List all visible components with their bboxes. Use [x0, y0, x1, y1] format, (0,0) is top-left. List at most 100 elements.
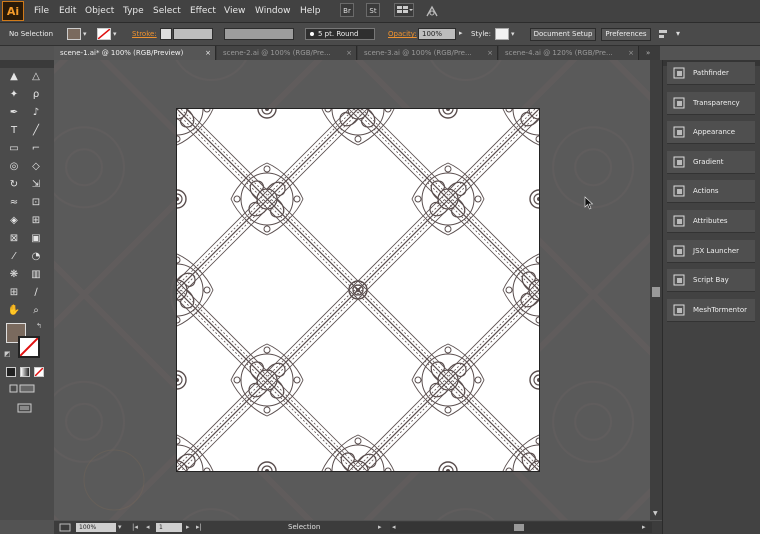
opacity-label[interactable]: Opacity:	[388, 23, 417, 45]
scroll-left-icon[interactable]: ◂	[392, 522, 396, 533]
last-artboard-icon[interactable]: ▸|	[196, 521, 202, 534]
panel-transparency[interactable]: Transparency	[667, 91, 755, 115]
vertical-scrollbar[interactable]: ▼	[650, 60, 662, 520]
free-transform-tool[interactable]: ⊡	[28, 196, 44, 210]
drawing-modes-button[interactable]	[8, 384, 36, 394]
document-setup-button[interactable]: Document Setup	[530, 28, 596, 41]
brush-definition-select[interactable]: 5 pt. Round	[305, 28, 375, 40]
menu-type[interactable]: Type	[123, 0, 144, 22]
stock-button[interactable]: St	[366, 3, 380, 17]
tab-scene-2[interactable]: scene-2.ai @ 100% (RGB/Pre... ×	[217, 46, 357, 60]
color-mode-button[interactable]	[6, 367, 16, 377]
align-options-button[interactable]	[657, 28, 671, 40]
menu-edit[interactable]: Edit	[59, 0, 76, 22]
style-dropdown-icon[interactable]: ▾	[511, 30, 515, 38]
magic-wand-tool[interactable]: ✦	[6, 88, 22, 102]
first-artboard-icon[interactable]: |◂	[132, 521, 138, 534]
slice-tool[interactable]: ∕	[28, 286, 44, 300]
menu-help[interactable]: Help	[300, 0, 321, 22]
panel-jsx-launcher[interactable]: JSX Launcher	[667, 239, 755, 263]
paintbrush-tool[interactable]: ⌐	[28, 142, 44, 156]
direct-selection-tool[interactable]: △	[28, 70, 44, 84]
opacity-arrow-icon[interactable]: ▸	[459, 29, 463, 37]
fill-dropdown-icon[interactable]: ▾	[83, 30, 89, 38]
tab-scene-3[interactable]: scene-3.ai @ 100% (RGB/Pre... ×	[358, 46, 498, 60]
menu-file[interactable]: File	[34, 0, 49, 22]
status-mode-text[interactable]: Selection	[288, 521, 320, 534]
gradient-tool[interactable]: ▣	[28, 232, 44, 246]
width-tool[interactable]: ≈	[6, 196, 22, 210]
variable-width-profile[interactable]	[224, 28, 294, 40]
perspective-grid-tool[interactable]: ⊞	[28, 214, 44, 228]
scale-tool[interactable]: ⇲	[28, 178, 44, 192]
preferences-button[interactable]: Preferences	[601, 28, 651, 41]
default-colors-icon[interactable]: ◩	[4, 350, 11, 358]
column-graph-tool[interactable]: ▥	[28, 268, 44, 282]
stroke-weight-field[interactable]	[173, 28, 213, 40]
tab-overflow-icon[interactable]: »	[646, 46, 650, 60]
tab-scene-1[interactable]: scene-1.ai* @ 100% (RGB/Preview) ×	[54, 46, 216, 60]
artboard-number-field[interactable]: 1	[156, 523, 182, 532]
fill-swatch[interactable]	[67, 28, 81, 40]
status-menu-icon[interactable]: ▸	[378, 521, 382, 534]
opacity-field[interactable]: 100%	[418, 28, 456, 40]
zoom-tool[interactable]: ⌕	[28, 304, 44, 318]
blend-tool[interactable]: ◔	[28, 250, 44, 264]
panel-mesh-tormentor[interactable]: MeshTormentor	[667, 298, 755, 322]
control-panel-menu-icon[interactable]: ▾	[676, 29, 680, 38]
graphic-style-swatch[interactable]	[495, 28, 509, 40]
screen-mode-button[interactable]	[16, 402, 34, 414]
vertical-scroll-thumb[interactable]	[652, 287, 660, 297]
lasso-tool[interactable]: ρ	[28, 88, 44, 102]
shape-builder-tool[interactable]: ◈	[6, 214, 22, 228]
panel-attributes[interactable]: Attributes	[667, 210, 755, 233]
canvas-area[interactable]	[54, 60, 650, 520]
panel-actions[interactable]: Actions	[667, 180, 755, 204]
scroll-down-icon[interactable]: ▼	[653, 510, 658, 517]
horizontal-scroll-thumb[interactable]	[514, 524, 524, 531]
close-icon[interactable]: ×	[487, 46, 493, 60]
curvature-tool[interactable]: ♪	[28, 106, 44, 120]
artboard-tool[interactable]: ⊞	[6, 286, 22, 300]
zoom-field[interactable]: 100%	[76, 523, 116, 532]
stroke-color-box[interactable]	[18, 336, 40, 358]
stroke-swatch[interactable]	[97, 28, 111, 40]
close-icon[interactable]: ×	[346, 46, 352, 60]
menu-effect[interactable]: Effect	[190, 0, 216, 22]
menu-select[interactable]: Select	[153, 0, 181, 22]
selection-tool[interactable]: ▲	[6, 70, 22, 84]
symbol-sprayer-tool[interactable]: ❋	[6, 268, 22, 282]
stroke-dropdown-icon[interactable]: ▾	[113, 30, 117, 38]
bridge-button[interactable]: Br	[340, 3, 354, 17]
panel-script-bay[interactable]: Script Bay	[667, 269, 755, 293]
panel-gradient[interactable]: Gradient	[667, 150, 755, 174]
type-tool[interactable]: T	[6, 124, 22, 138]
menu-view[interactable]: View	[224, 0, 245, 22]
rotate-tool[interactable]: ↻	[6, 178, 22, 192]
eyedropper-tool[interactable]: ⁄	[6, 250, 22, 264]
blob-brush-tool[interactable]: ◎	[6, 160, 22, 174]
stroke-label[interactable]: Stroke:	[132, 23, 157, 45]
mesh-tool[interactable]: ⊠	[6, 232, 22, 246]
stroke-weight-stepper[interactable]	[160, 28, 172, 40]
artboard[interactable]	[176, 108, 540, 472]
menu-object[interactable]: Object	[85, 0, 114, 22]
panel-pathfinder[interactable]: Pathfinder	[667, 62, 755, 85]
line-tool[interactable]: ╱	[28, 124, 44, 138]
scroll-right-icon[interactable]: ▸	[642, 522, 646, 533]
none-mode-button[interactable]	[34, 367, 44, 377]
pen-tool[interactable]: ✒	[6, 106, 22, 120]
arrange-documents-button[interactable]	[394, 3, 414, 17]
hand-tool[interactable]: ✋	[6, 304, 22, 318]
rectangle-tool[interactable]: ▭	[6, 142, 22, 156]
horizontal-scrollbar[interactable]: ◂ ▸	[390, 522, 652, 533]
close-icon[interactable]: ×	[205, 46, 211, 60]
zoom-dropdown-icon[interactable]: ▾	[118, 521, 122, 534]
status-icon-button[interactable]	[58, 523, 72, 532]
menu-window[interactable]: Window	[255, 0, 291, 22]
tab-scene-4[interactable]: scene-4.ai @ 120% (RGB/Pre... ×	[499, 46, 639, 60]
swap-fill-stroke-icon[interactable]: ↰	[36, 322, 42, 330]
gradient-mode-button[interactable]	[20, 367, 30, 377]
next-artboard-icon[interactable]: ▸	[186, 521, 190, 534]
eraser-tool[interactable]: ◇	[28, 160, 44, 174]
